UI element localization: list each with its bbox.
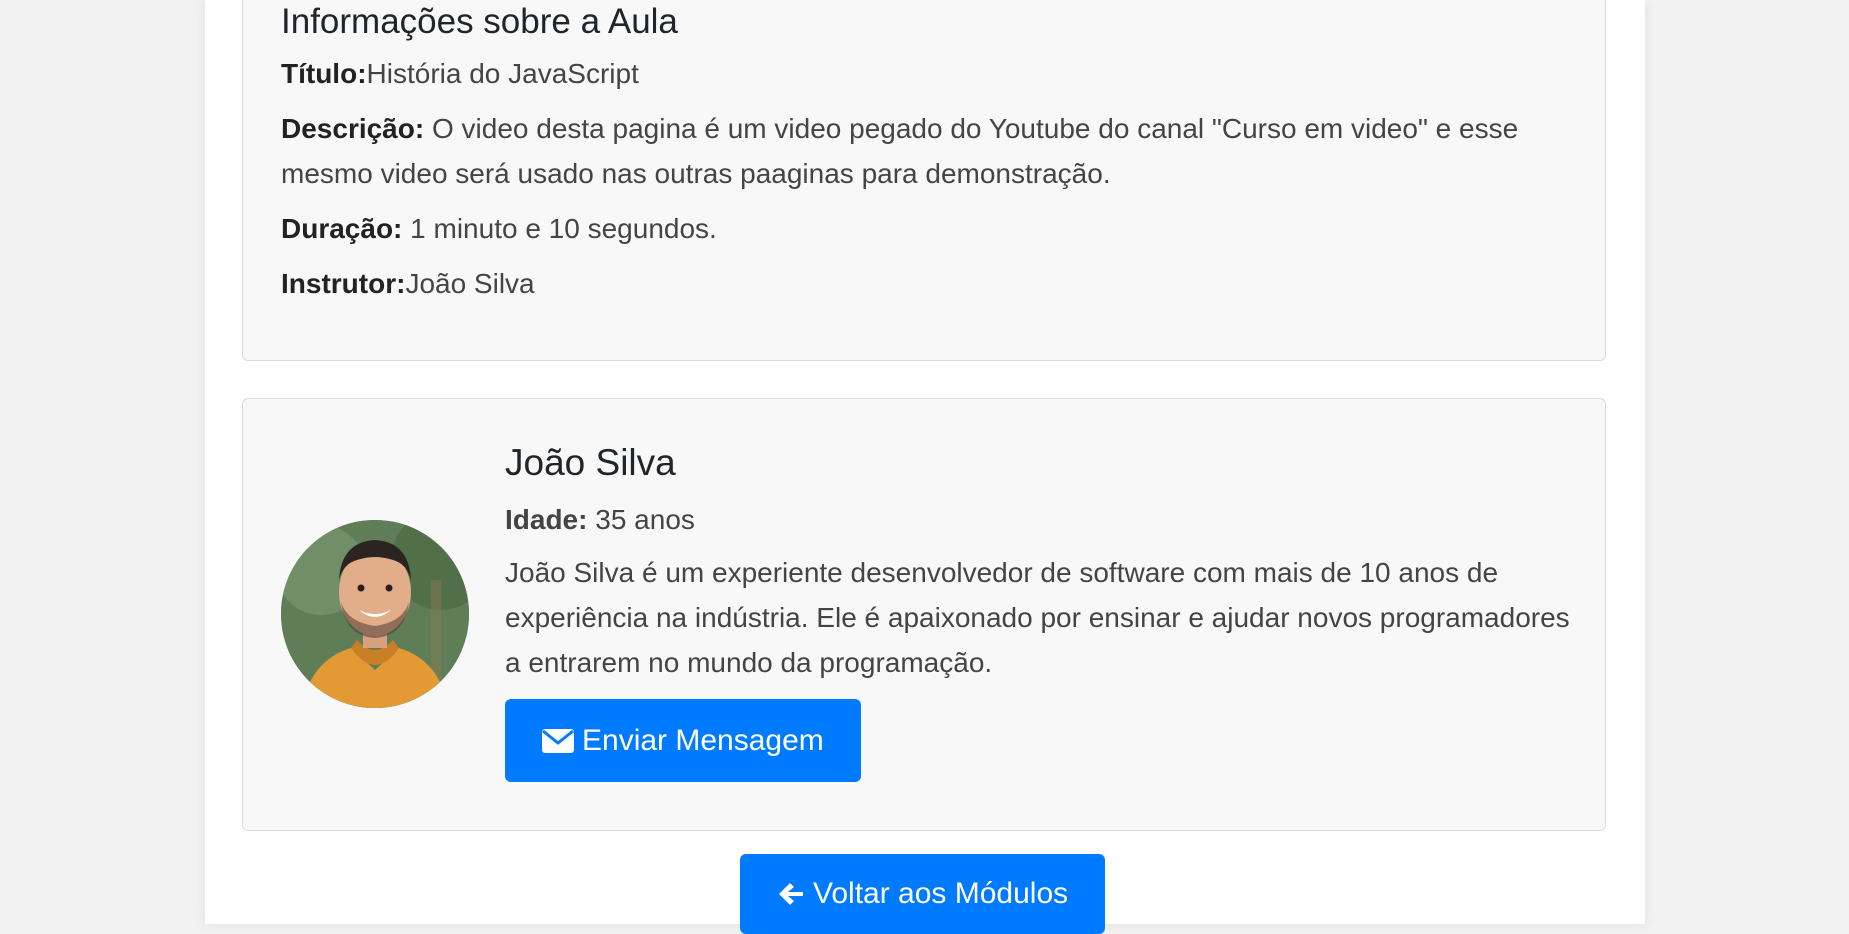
- back-to-modules-label: Voltar aos Módulos: [813, 877, 1069, 910]
- send-message-button[interactable]: Enviar Mensagem: [505, 699, 861, 782]
- instructor-bio: João Silva é um experiente desenvolvedor…: [505, 557, 1570, 678]
- lesson-description-value: O video desta pagina é um video pegado d…: [281, 113, 1519, 189]
- instructor-name: João Silva: [505, 442, 676, 483]
- instructor-age-label: Idade:: [505, 504, 588, 535]
- instructor-photo: [281, 520, 469, 708]
- lesson-description-line: Descrição: O video desta pagina é um vid…: [281, 106, 1571, 196]
- arrow-left-icon: [779, 883, 803, 905]
- lesson-duration-line: Duração: 1 minuto e 10 segundos.: [281, 206, 1571, 251]
- lesson-info-card: Informações sobre a Aula Título:História…: [242, 0, 1606, 361]
- envelope-icon: [542, 728, 574, 753]
- send-message-label: Enviar Mensagem: [582, 723, 824, 757]
- lesson-description-label: Descrição:: [281, 113, 425, 144]
- lesson-instructor-label: Instrutor:: [281, 268, 406, 299]
- lesson-title-line: Título:História do JavaScript: [281, 51, 1571, 96]
- instructor-details: João Silva Idade: 35 anos João Silva é u…: [505, 439, 1575, 782]
- lesson-title-label: Título:: [281, 58, 367, 89]
- back-to-modules-button[interactable]: Voltar aos Módulos: [740, 854, 1106, 934]
- instructor-avatar: [281, 520, 469, 708]
- lesson-instructor-line: Instrutor:João Silva: [281, 261, 1571, 306]
- instructor-age-value: 35 anos: [587, 504, 695, 535]
- lesson-info-heading: Informações sobre a Aula: [281, 2, 678, 41]
- instructor-age-line: Idade: 35 anos: [505, 497, 1575, 542]
- lesson-duration-label: Duração:: [281, 213, 403, 244]
- lesson-instructor-value: João Silva: [405, 268, 535, 299]
- instructor-card: João Silva Idade: 35 anos João Silva é u…: [242, 398, 1606, 831]
- main-container: Informações sobre a Aula Título:História…: [205, 0, 1645, 934]
- lesson-title-value: História do JavaScript: [366, 58, 639, 89]
- lesson-duration-value: 1 minuto e 10 segundos.: [402, 213, 717, 244]
